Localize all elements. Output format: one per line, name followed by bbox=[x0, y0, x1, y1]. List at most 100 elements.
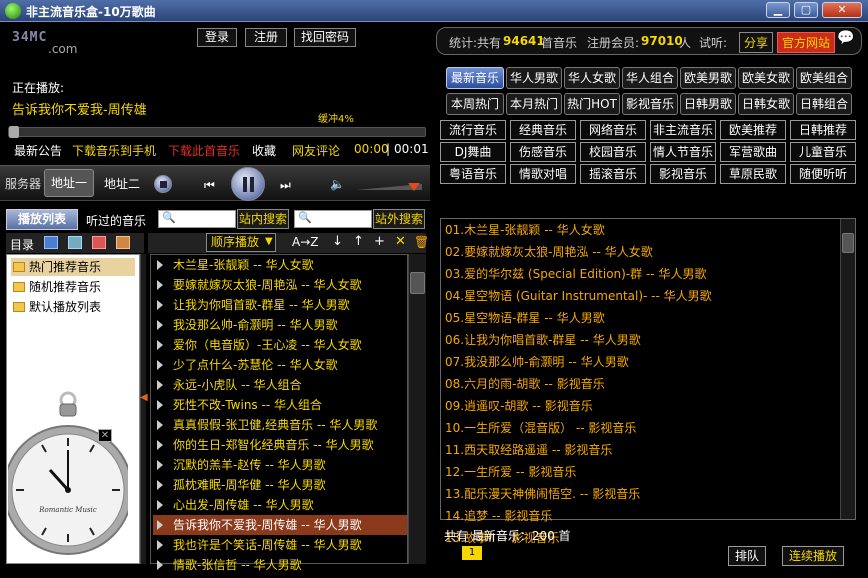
playlist-item[interactable]: 孤枕难眠-周华健 -- 华人男歌 bbox=[153, 475, 407, 495]
move-up-icon[interactable]: ↑ bbox=[353, 234, 364, 249]
song-item[interactable]: 12.一生所爱 -- 影视音乐 bbox=[445, 461, 576, 483]
category-tab[interactable]: 华人组合 bbox=[622, 67, 678, 89]
playlist-item[interactable]: 永远-小虎队 -- 华人组合 bbox=[153, 375, 407, 395]
volume-icon[interactable]: 🔈 bbox=[330, 177, 345, 191]
playlist-item[interactable]: 真真假假-张卫健,经典音乐 -- 华人男歌 bbox=[153, 415, 407, 435]
song-item[interactable]: 06.让我为你唱首歌-群星 -- 华人男歌 bbox=[445, 329, 641, 351]
genre-button[interactable]: 随便听听 bbox=[790, 164, 856, 184]
collapse-arrow-icon[interactable]: ◀ bbox=[140, 392, 148, 403]
progress-knob[interactable] bbox=[9, 126, 19, 138]
song-item[interactable]: 10.一生所爱（混音版） -- 影视音乐 bbox=[445, 417, 636, 439]
genre-button[interactable]: 流行音乐 bbox=[440, 120, 506, 140]
site-search-input[interactable]: 🔍 bbox=[158, 210, 236, 228]
pause-button[interactable] bbox=[231, 167, 265, 201]
genre-button[interactable]: 军营歌曲 bbox=[720, 142, 786, 162]
genre-button[interactable]: 欧美推荐 bbox=[720, 120, 786, 140]
category-tab[interactable]: 华人男歌 bbox=[506, 67, 562, 89]
song-item[interactable]: 11.西天取经路遥遥 -- 影视音乐 bbox=[445, 439, 612, 461]
category-tab[interactable]: 本周热门 bbox=[446, 93, 504, 115]
comment-link[interactable]: 网友评论 bbox=[292, 142, 340, 159]
playlist-item[interactable]: 情歌-张信哲 -- 华人男歌 bbox=[153, 555, 407, 575]
playlist-item[interactable]: 少了点什么-苏慧伦 -- 华人女歌 bbox=[153, 355, 407, 375]
remove-icon[interactable]: ✕ bbox=[395, 234, 406, 249]
playlist-item[interactable]: 木兰星-张靓颖 -- 华人女歌 bbox=[153, 255, 407, 275]
category-tab[interactable]: 日韩男歌 bbox=[680, 93, 736, 115]
sort-az-button[interactable]: A→Z bbox=[292, 235, 318, 249]
web-search-input[interactable]: 🔍 bbox=[294, 210, 372, 228]
category-tab[interactable]: 热门HOT bbox=[564, 93, 620, 115]
song-item[interactable]: 01.木兰星-张靓颖 -- 华人女歌 bbox=[445, 219, 605, 241]
genre-button[interactable]: 影视音乐 bbox=[650, 164, 716, 184]
recover-password-button[interactable]: 找回密码 bbox=[294, 28, 356, 47]
tab-history[interactable]: 听过的音乐 bbox=[86, 212, 146, 229]
playlist-item[interactable]: 死性不改-Twins -- 华人组合 bbox=[153, 395, 407, 415]
category-tab[interactable]: 最新音乐 bbox=[446, 67, 504, 89]
chat-icon[interactable]: 💬 bbox=[837, 30, 854, 46]
official-site-button[interactable]: 官方网站 bbox=[777, 32, 836, 53]
song-item[interactable]: 07.我没那么帅-俞灏明 -- 华人男歌 bbox=[445, 351, 629, 373]
share-button[interactable]: 分享 bbox=[739, 32, 774, 53]
genre-button[interactable]: 儿童音乐 bbox=[790, 142, 856, 162]
genre-button[interactable]: 伤感音乐 bbox=[510, 142, 576, 162]
song-item[interactable]: 03.爱的华尔兹 (Special Edition)-群 -- 华人男歌 bbox=[445, 263, 706, 285]
dropdown-arrow-icon[interactable]: ▼ bbox=[265, 236, 273, 247]
web-search-button[interactable]: 站外搜索 bbox=[373, 209, 425, 229]
genre-button[interactable]: 粤语音乐 bbox=[440, 164, 506, 184]
queue-button[interactable]: 排队 bbox=[728, 546, 766, 566]
playlist-item[interactable]: 我没那么帅-俞灏明 -- 华人男歌 bbox=[153, 315, 407, 335]
category-tab[interactable]: 日韩女歌 bbox=[738, 93, 794, 115]
playlist-scrollbar[interactable] bbox=[408, 254, 426, 564]
song-list-scrollbar[interactable] bbox=[840, 219, 855, 519]
genre-button[interactable]: 非主流音乐 bbox=[650, 120, 716, 140]
genre-button[interactable]: 经典音乐 bbox=[510, 120, 576, 140]
playlist-item[interactable]: 你的生日-郑智化经典音乐 -- 华人男歌 bbox=[153, 435, 407, 455]
genre-button[interactable]: DJ舞曲 bbox=[440, 142, 506, 162]
download-song-link[interactable]: 下载此首音乐 bbox=[168, 142, 240, 159]
category-tab[interactable]: 华人女歌 bbox=[564, 67, 620, 89]
login-button[interactable]: 登录 bbox=[197, 28, 237, 47]
progress-bar[interactable] bbox=[8, 126, 426, 138]
playlist-item[interactable]: 爱你（电音版）-王心凌 -- 华人女歌 bbox=[153, 335, 407, 355]
trash-icon[interactable]: 🗑 bbox=[414, 235, 429, 249]
edit-folder-icon[interactable] bbox=[68, 236, 82, 249]
genre-button[interactable]: 情歌对唱 bbox=[510, 164, 576, 184]
close-button[interactable]: ✕ bbox=[822, 2, 862, 18]
playlist-item[interactable]: 心出发-周传雄 -- 华人男歌 bbox=[153, 495, 407, 515]
folder-item-hot[interactable]: 热门推荐音乐 bbox=[11, 258, 135, 276]
folder-item-random[interactable]: 随机推荐音乐 bbox=[11, 278, 135, 296]
folder-scrollbar[interactable] bbox=[140, 254, 146, 564]
register-button[interactable]: 注册 bbox=[245, 28, 287, 47]
server-address-1-tab[interactable]: 地址一 bbox=[44, 169, 94, 197]
playlist-item[interactable]: 要嫁就嫁灰太狼-周艳泓 -- 华人女歌 bbox=[153, 275, 407, 295]
playlist-item[interactable]: 让我为你唱首歌-群星 -- 华人男歌 bbox=[153, 295, 407, 315]
download-to-phone-link[interactable]: 下载音乐到手机 bbox=[72, 142, 156, 159]
genre-button[interactable]: 校园音乐 bbox=[580, 142, 646, 162]
category-tab[interactable]: 欧美女歌 bbox=[738, 67, 794, 89]
song-item[interactable]: 08.六月的雨-胡歌 -- 影视音乐 bbox=[445, 373, 605, 395]
genre-button[interactable]: 摇滚音乐 bbox=[580, 164, 646, 184]
clear-folder-icon[interactable] bbox=[116, 236, 130, 249]
minimize-button[interactable]: ▁ bbox=[766, 2, 790, 18]
playlist-item[interactable]: 我也许是个笑话-周传雄 -- 华人男歌 bbox=[153, 535, 407, 555]
genre-button[interactable]: 日韩推荐 bbox=[790, 120, 856, 140]
previous-icon[interactable]: ⏮ bbox=[204, 178, 215, 193]
song-item[interactable]: 05.星空物语-群星 -- 华人男歌 bbox=[445, 307, 605, 329]
volume-knob[interactable] bbox=[408, 183, 420, 191]
site-search-button[interactable]: 站内搜索 bbox=[237, 209, 289, 229]
category-tab[interactable]: 本月热门 bbox=[506, 93, 562, 115]
add-icon[interactable]: + bbox=[374, 234, 385, 249]
playlist-item[interactable]: 告诉我你不爱我-周传雄 -- 华人男歌 bbox=[153, 515, 407, 535]
category-tab[interactable]: 欧美组合 bbox=[796, 67, 852, 89]
add-folder-icon[interactable] bbox=[44, 236, 58, 249]
song-item[interactable]: 04.星空物语 (Guitar Instrumental)- -- 华人男歌 bbox=[445, 285, 712, 307]
maximize-button[interactable]: ▢ bbox=[794, 2, 818, 18]
move-down-icon[interactable]: ↓ bbox=[332, 234, 343, 249]
playlist-item[interactable]: 沉默的羔羊-赵传 -- 华人男歌 bbox=[153, 455, 407, 475]
favorite-link[interactable]: 收藏 bbox=[252, 142, 276, 159]
next-icon[interactable]: ⏭ bbox=[280, 178, 291, 193]
stop-button[interactable] bbox=[154, 175, 172, 193]
close-watch-icon[interactable]: ✕ bbox=[98, 429, 112, 442]
folder-item-default[interactable]: 默认播放列表 bbox=[11, 298, 135, 316]
genre-button[interactable]: 情人节音乐 bbox=[650, 142, 716, 162]
delete-folder-icon[interactable] bbox=[92, 236, 106, 249]
